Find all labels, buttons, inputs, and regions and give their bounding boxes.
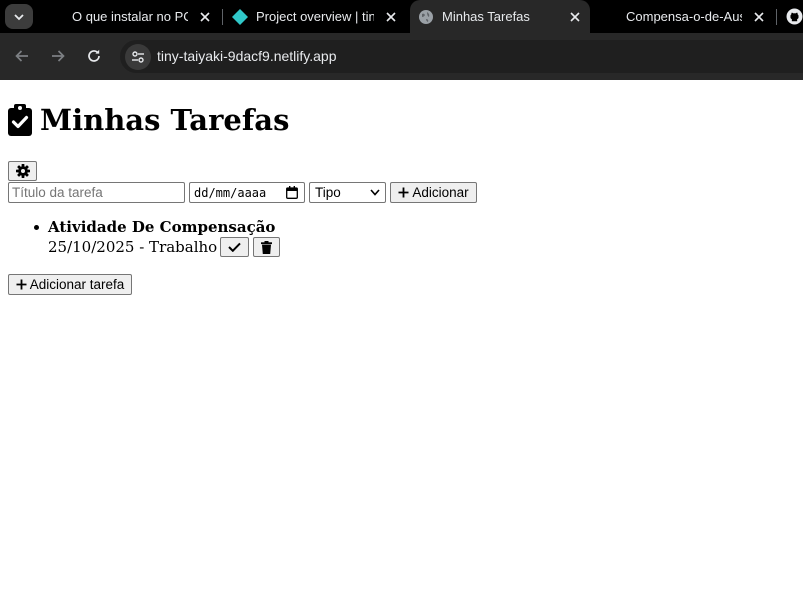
tab-close-button[interactable] [750,8,768,26]
tab-close-button[interactable] [196,8,214,26]
tab-o-que-instalar[interactable]: O que instalar no PC [62,0,220,33]
tune-icon [132,51,144,63]
netlify-icon [232,8,248,25]
date-placeholder: dd/mm/aaaa [194,185,267,200]
tab-project-overview[interactable]: Project overview | tiny-taiyaki [224,0,406,33]
tab-compensa[interactable]: Compensa-o-de-Ausencia [616,0,774,33]
task-title-input[interactable] [8,182,185,203]
task-list: Atividade De Compensação 25/10/2025 - Tr… [24,218,281,257]
tab-separator [222,9,223,25]
globe-icon [418,9,434,25]
add-button-label: Adicionar [412,185,469,200]
page-title-text: Minhas Tarefas [40,103,290,137]
tab-title: Project overview | tiny-taiyaki [256,9,374,24]
add-button[interactable]: Adicionar [390,182,477,203]
address-bar[interactable]: tiny-taiyaki-9dacf9.netlify.app [120,40,803,73]
forward-button[interactable] [46,44,70,68]
close-icon [386,11,396,22]
tab-title: Minhas Tarefas [442,9,530,24]
task-type-select[interactable]: Tipo [309,182,386,203]
task-meta: 25/10/2025 - Trabalho [48,238,218,256]
close-icon [754,11,764,22]
bullet [34,225,39,230]
add-task-button-label: Adicionar tarefa [29,277,125,292]
close-icon [570,11,580,22]
complete-task-button[interactable] [220,237,250,257]
settings-button[interactable] [8,161,37,181]
calendar-icon[interactable] [286,186,300,200]
type-select-value: Tipo [315,185,341,200]
list-item: Atividade De Compensação 25/10/2025 - Tr… [24,218,281,257]
trash-icon [261,240,273,254]
url-text: tiny-taiyaki-9dacf9.netlify.app [157,48,337,64]
close-icon [200,11,210,22]
reload-icon [88,49,100,62]
tab-search-button[interactable] [5,4,33,29]
add-task-button[interactable]: Adicionar tarefa [8,274,132,295]
page-content: Minhas Tarefas dd/mm/aaaa [0,80,803,592]
github-icon [786,8,803,25]
gear-icon [15,164,30,178]
plus-icon [16,279,27,290]
task-meta-row: 25/10/2025 - Trabalho [48,237,281,257]
tab-separator [776,9,777,25]
site-info-button[interactable] [125,44,151,70]
check-icon [228,242,241,252]
browser-tab-strip: O que instalar no PC Project overview | … [0,0,803,33]
chevron-down-icon [370,189,380,196]
back-button[interactable] [10,44,34,68]
delete-task-button[interactable] [253,237,281,257]
tab-title: Compensa-o-de-Ausencia [626,9,742,24]
chevron-down-icon [14,13,24,20]
arrow-right-icon [52,50,65,62]
browser-toolbar: tiny-taiyaki-9dacf9.netlify.app [0,33,803,80]
tab-minhas-tarefas[interactable]: Minhas Tarefas [410,0,590,33]
task-title: Atividade De Compensação [48,218,276,236]
task-date-input[interactable]: dd/mm/aaaa [189,182,305,203]
plus-icon [398,187,409,198]
page-title: Minhas Tarefas [8,103,289,137]
clipboard-check-icon [8,104,32,136]
reload-button[interactable] [82,44,106,68]
tab-title: O que instalar no PC [72,9,188,24]
tab-close-button[interactable] [566,8,584,26]
arrow-left-icon [15,50,28,62]
tab-close-button[interactable] [382,8,400,26]
